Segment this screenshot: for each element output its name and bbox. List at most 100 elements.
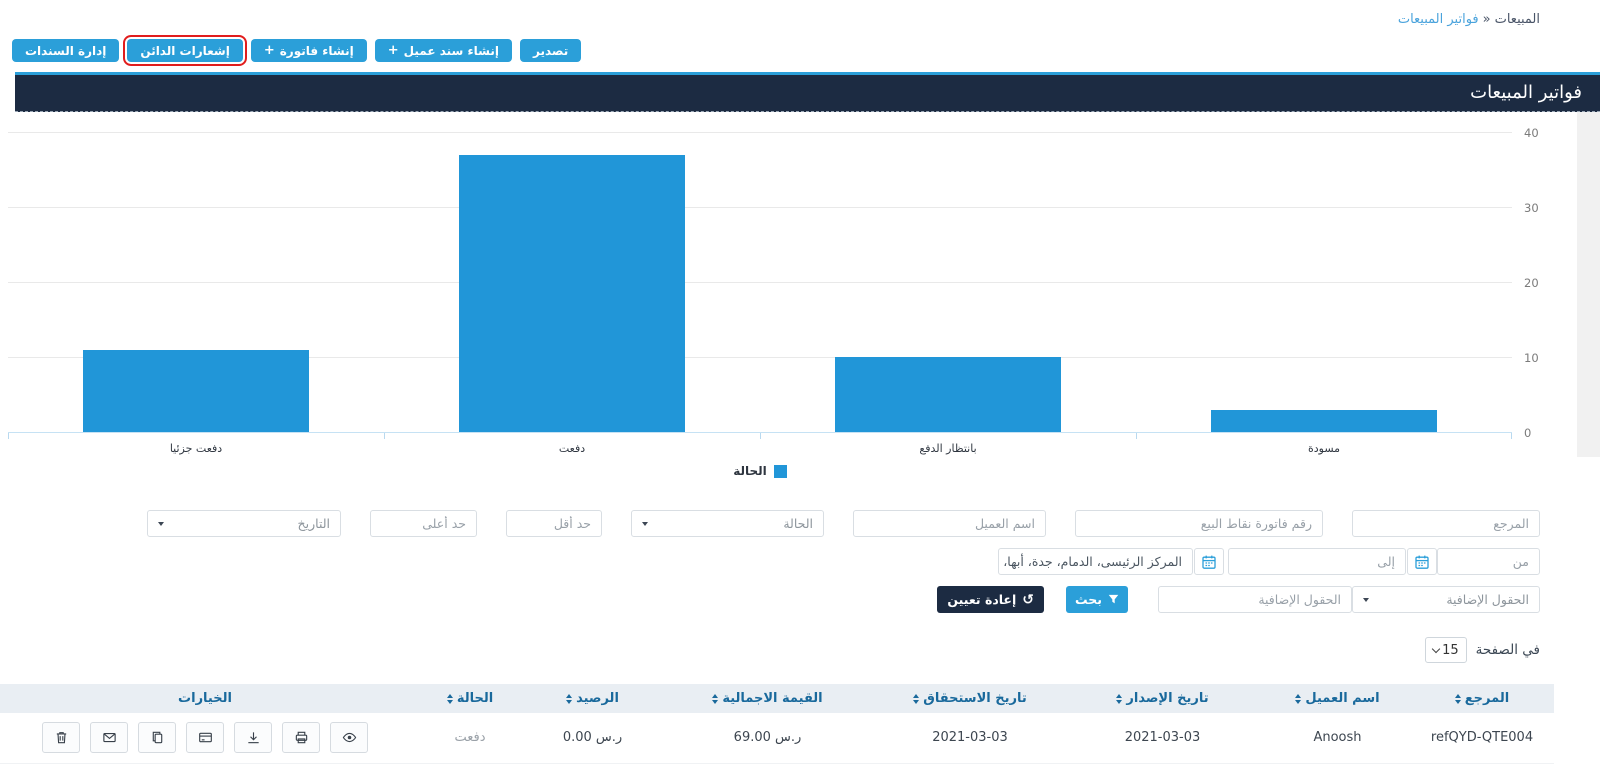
envelope-icon bbox=[102, 730, 117, 745]
date-from-input[interactable] bbox=[1437, 548, 1540, 575]
gridline bbox=[8, 132, 1512, 133]
col-customer-name[interactable]: اسم العميل bbox=[1265, 684, 1410, 713]
create-invoice-label: إنشاء فاتورة bbox=[280, 44, 354, 58]
scrollbar-track[interactable] bbox=[1577, 112, 1600, 457]
date-from-calendar-button[interactable] bbox=[1407, 548, 1437, 575]
view-button[interactable] bbox=[330, 722, 368, 753]
search-label: بحث bbox=[1075, 592, 1102, 607]
sort-icon[interactable] bbox=[1116, 694, 1122, 704]
credit-notices-label: إشعارات الدائن bbox=[140, 44, 229, 58]
col-reference[interactable]: المرجع bbox=[1410, 684, 1554, 713]
sort-icon[interactable] bbox=[1455, 694, 1461, 704]
filters-row-3: الحقول الإضافية بحث ↺ إعادة تعيين bbox=[0, 586, 1540, 613]
calendar-icon bbox=[1414, 554, 1430, 570]
breadcrumb-current[interactable]: فواتير المبيعات bbox=[1398, 12, 1479, 27]
chart-bar[interactable] bbox=[83, 350, 309, 433]
delete-button[interactable] bbox=[42, 722, 80, 753]
y-axis-tick-label: 20 bbox=[1524, 276, 1564, 290]
invoices-table: المرجع اسم العميل تاريخ الإصدار تاريخ ال… bbox=[0, 684, 1554, 764]
y-axis-tick-label: 0 bbox=[1524, 426, 1564, 440]
export-label: تصدير bbox=[533, 44, 568, 58]
download-button[interactable] bbox=[234, 722, 272, 753]
extra-fields-select[interactable]: الحقول الإضافية bbox=[1352, 586, 1540, 613]
x-axis-category-label: بانتظار الدفع bbox=[760, 442, 1136, 455]
per-page-control: في الصفحة 15 bbox=[1425, 637, 1540, 663]
status-select[interactable]: الحالة bbox=[631, 510, 824, 537]
cell-total-value: 69.00 ر.س bbox=[655, 713, 880, 763]
axis-tick bbox=[760, 433, 761, 439]
cell-customer-name: Anoosh bbox=[1265, 713, 1410, 763]
date-to-input[interactable] bbox=[1228, 548, 1406, 575]
chart-bar[interactable] bbox=[1211, 410, 1437, 433]
col-total-value[interactable]: القيمة الاجمالية bbox=[655, 684, 880, 713]
extra-fields-input[interactable] bbox=[1158, 586, 1352, 613]
chart-bar[interactable] bbox=[459, 155, 685, 433]
credit-notices-button[interactable]: إشعارات الدائن bbox=[127, 39, 242, 62]
chart-plot-area: 010203040دفعت جزئيادفعتبانتظار الدفعمسود… bbox=[8, 133, 1512, 433]
breadcrumb-separator: « bbox=[1483, 12, 1491, 27]
filters-row-1: الحالة التاريخ bbox=[0, 510, 1540, 537]
legend-label: الحالة bbox=[733, 464, 767, 478]
breadcrumb-section[interactable]: المبيعات bbox=[1495, 12, 1540, 27]
manage-vouchers-label: إدارة السندات bbox=[25, 44, 106, 58]
create-customer-voucher-button[interactable]: إنشاء سند عميل+ bbox=[375, 39, 512, 62]
x-axis-category-label: دفعت جزئيا bbox=[8, 442, 384, 455]
chart-legend[interactable]: الحالة bbox=[0, 464, 1520, 478]
per-page-select[interactable]: 15 bbox=[1425, 637, 1467, 663]
search-button[interactable]: بحث bbox=[1066, 586, 1128, 613]
cell-status: دفعت bbox=[410, 713, 530, 763]
cell-balance: 0.00 ر.س bbox=[530, 713, 655, 763]
topbar: المبيعات « فواتير المبيعات تصدير إنشاء سن… bbox=[0, 0, 1600, 72]
pos-invoice-number-input[interactable] bbox=[1075, 510, 1323, 537]
y-axis-tick-label: 10 bbox=[1524, 351, 1564, 365]
trash-icon bbox=[54, 730, 69, 745]
chart-bar[interactable] bbox=[835, 357, 1061, 432]
date-select[interactable]: التاريخ bbox=[147, 510, 341, 537]
filter-icon bbox=[1108, 594, 1119, 605]
y-axis-tick-label: 30 bbox=[1524, 201, 1564, 215]
plus-icon: + bbox=[264, 44, 275, 57]
table-header-row: المرجع اسم العميل تاريخ الإصدار تاريخ ال… bbox=[0, 684, 1554, 713]
chevron-down-icon bbox=[642, 522, 648, 526]
branches-multiselect[interactable]: المركز الرئيسى، الدمام، جدة، أبها، الخ bbox=[998, 548, 1193, 575]
customer-name-input[interactable] bbox=[853, 510, 1046, 537]
payment-button[interactable] bbox=[186, 722, 224, 753]
max-limit-input[interactable] bbox=[370, 510, 477, 537]
export-button[interactable]: تصدير bbox=[520, 39, 581, 62]
toolbar: تصدير إنشاء سند عميل+ إنشاء فاتورة + إشعا… bbox=[12, 39, 581, 62]
sort-icon[interactable] bbox=[447, 694, 453, 704]
status-bar-chart: 010203040دفعت جزئيادفعتبانتظار الدفعمسود… bbox=[0, 112, 1577, 504]
col-due-date[interactable]: تاريخ الاستحقاق bbox=[880, 684, 1060, 713]
gridline bbox=[8, 207, 1512, 208]
col-status[interactable]: الحالة bbox=[410, 684, 530, 713]
reference-input[interactable] bbox=[1352, 510, 1540, 537]
col-balance[interactable]: الرصيد bbox=[530, 684, 655, 713]
status-select-value: الحالة bbox=[783, 516, 813, 531]
print-button[interactable] bbox=[282, 722, 320, 753]
min-limit-input[interactable] bbox=[506, 510, 602, 537]
axis-tick bbox=[1511, 433, 1512, 439]
col-issue-date[interactable]: تاريخ الإصدار bbox=[1060, 684, 1265, 713]
email-button[interactable] bbox=[90, 722, 128, 753]
reset-button[interactable]: ↺ إعادة تعيين bbox=[937, 586, 1044, 613]
cell-issue-date: 2021-03-03 bbox=[1060, 713, 1265, 763]
sort-icon[interactable] bbox=[1295, 694, 1301, 704]
chevron-down-icon bbox=[1363, 598, 1369, 602]
page-title: فواتير المبيعات bbox=[15, 75, 1600, 111]
chevron-down-icon bbox=[158, 522, 164, 526]
extra-fields-select-value: الحقول الإضافية bbox=[1446, 592, 1529, 607]
reset-label: إعادة تعيين bbox=[947, 592, 1016, 607]
create-invoice-button[interactable]: إنشاء فاتورة + bbox=[251, 39, 367, 62]
credit-card-icon bbox=[198, 730, 213, 745]
sort-icon[interactable] bbox=[566, 694, 572, 704]
manage-vouchers-button[interactable]: إدارة السندات bbox=[12, 39, 119, 62]
sort-icon[interactable] bbox=[712, 694, 718, 704]
legend-swatch bbox=[774, 465, 787, 478]
x-axis-category-label: مسودة bbox=[1136, 442, 1512, 455]
gridline bbox=[8, 282, 1512, 283]
copy-button[interactable] bbox=[138, 722, 176, 753]
date-to-calendar-button[interactable] bbox=[1194, 548, 1224, 575]
sort-icon[interactable] bbox=[913, 694, 919, 704]
copy-icon bbox=[150, 730, 165, 745]
filters-panel: الحالة التاريخ المركز الرئيسى، الدمام، ج… bbox=[0, 510, 1540, 624]
